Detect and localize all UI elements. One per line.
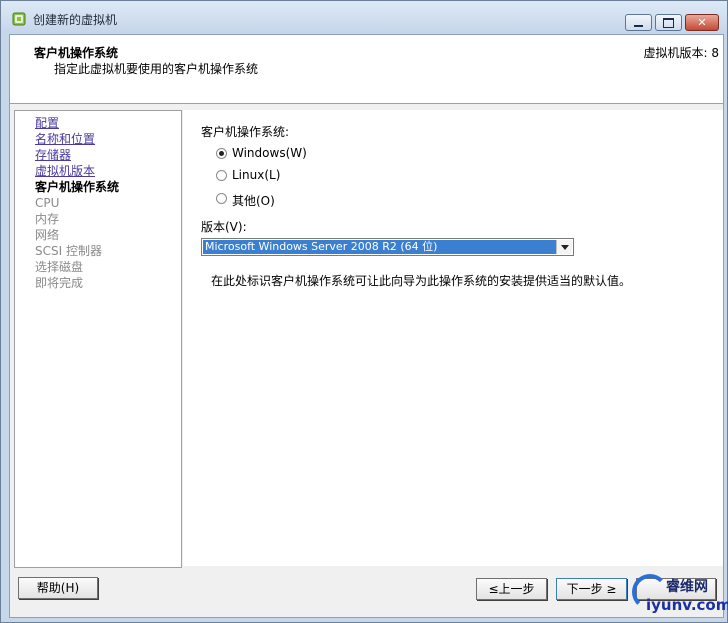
wizard-content: 客户机操作系统: Windows(W) Linux(L) 其他(O) 版本(V)… [183, 110, 723, 566]
version-label: 版本(V): [201, 220, 247, 234]
nav-step-cpu: CPU [35, 196, 60, 210]
nav-step-vm-version[interactable]: 虚拟机版本 [35, 163, 95, 179]
radio-other[interactable] [216, 193, 227, 204]
minimize-button[interactable] [625, 14, 652, 31]
vm-version-label: 虚拟机版本: 8 [643, 46, 720, 60]
watermark-url: iyunv.com [646, 596, 728, 614]
watermark-brand: 睿维网 [666, 579, 708, 595]
nav-step-name-location[interactable]: 名称和位置 [35, 131, 95, 147]
wizard-header: 客户机操作系统 指定此虚拟机要使用的客户机操作系统 虚拟机版本: 8 [10, 35, 723, 104]
watermark-logo: 睿维网 iyunv.com [632, 574, 728, 616]
radio-windows-label[interactable]: Windows(W) [232, 146, 307, 160]
version-dropdown[interactable]: Microsoft Windows Server 2008 R2 (64 位) [201, 238, 574, 256]
guest-os-label: 客户机操作系统: [201, 125, 290, 139]
close-icon: ✕ [697, 16, 707, 29]
page-title: 客户机操作系统 [34, 46, 119, 60]
wizard-window: 创建新的虚拟机 ✕ 客户机操作系统 指定此虚拟机要使用的客户机操作系统 虚拟机版… [0, 0, 728, 623]
dropdown-arrow-button[interactable] [556, 240, 572, 254]
title-bar[interactable]: 创建新的虚拟机 ✕ [1, 1, 727, 33]
radio-linux[interactable] [216, 170, 227, 181]
radio-other-label[interactable]: 其他(O) [232, 192, 275, 209]
nav-step-select-disk: 选择磁盘 [35, 260, 84, 274]
wizard-client-area: 客户机操作系统 指定此虚拟机要使用的客户机操作系统 虚拟机版本: 8 配置 名称… [9, 34, 724, 618]
nav-step-memory: 内存 [35, 212, 60, 226]
radio-windows[interactable] [216, 148, 227, 159]
nav-step-config[interactable]: 配置 [35, 115, 59, 131]
version-dropdown-value: Microsoft Windows Server 2008 R2 (64 位) [203, 240, 556, 254]
nav-step-guest-os: 客户机操作系统 [35, 180, 120, 194]
back-button[interactable]: ≤上一步 [476, 578, 547, 600]
help-button[interactable]: 帮助(H) [18, 577, 98, 599]
vsphere-app-icon [12, 12, 26, 26]
nav-step-scsi-controller: SCSI 控制器 [35, 244, 102, 258]
minimize-icon [634, 24, 643, 27]
nav-step-storage[interactable]: 存储器 [35, 147, 71, 163]
chevron-down-icon [560, 244, 569, 250]
wizard-steps-nav: 配置 名称和位置 存储器 虚拟机版本 客户机操作系统 CPU 内存 网络 SCS… [14, 110, 182, 568]
guest-os-description: 在此处标识客户机操作系统可让此向导为此操作系统的安装提供适当的默认值。 [211, 274, 632, 288]
nav-step-ready-to-complete: 即将完成 [35, 276, 84, 290]
maximize-button[interactable] [655, 14, 682, 31]
close-button[interactable]: ✕ [685, 14, 719, 31]
radio-linux-label[interactable]: Linux(L) [232, 168, 280, 182]
maximize-icon [663, 17, 674, 28]
nav-step-network: 网络 [35, 228, 60, 242]
window-title: 创建新的虚拟机 [33, 13, 118, 27]
page-subtitle: 指定此虚拟机要使用的客户机操作系统 [54, 62, 259, 76]
next-button[interactable]: 下一步 ≥ [556, 578, 627, 600]
